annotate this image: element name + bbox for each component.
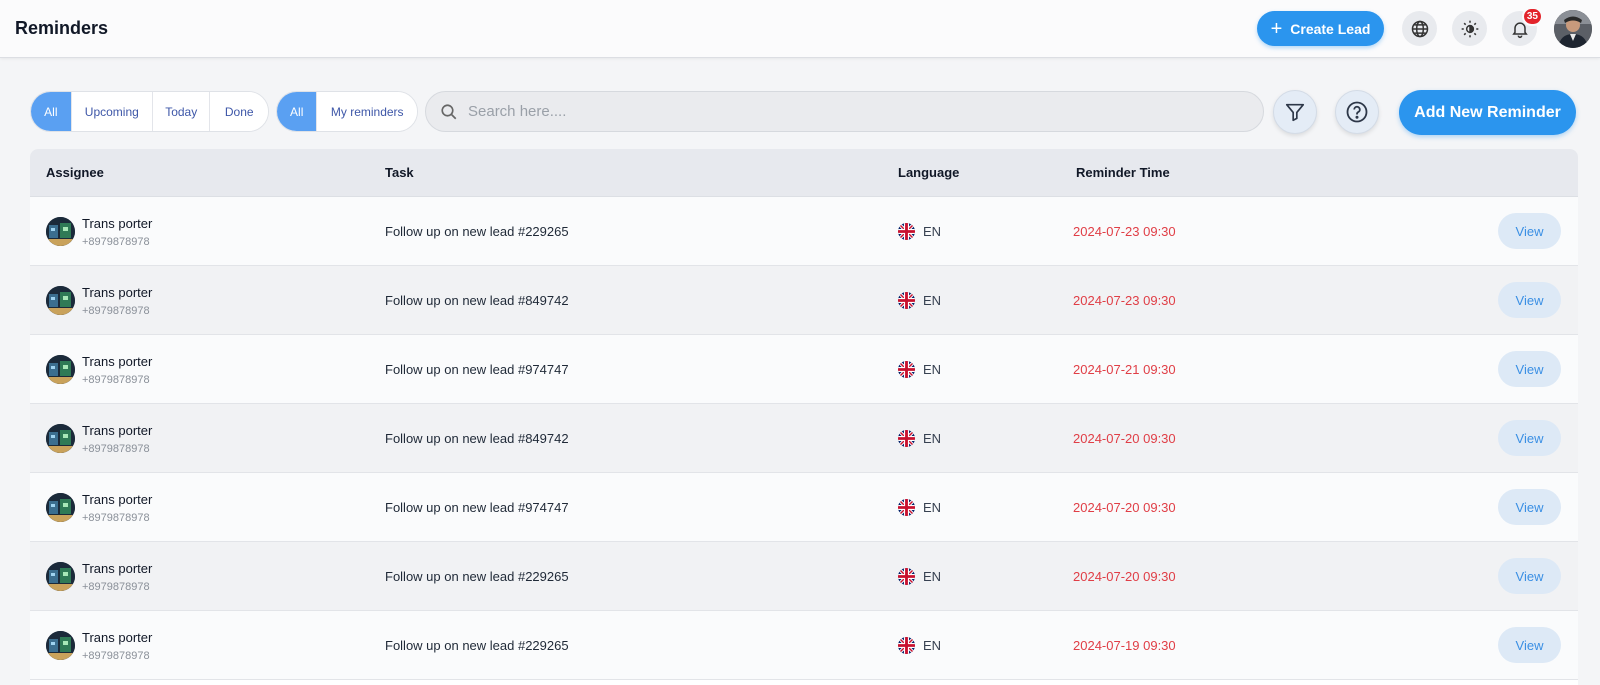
user-photo [1554,10,1592,48]
table-row: Trans porter +8979878978 Follow up on ne… [30,611,1578,680]
uk-flag-icon [898,223,915,240]
column-assignee: Assignee [46,165,104,180]
language-code: EN [923,362,942,377]
table-row: Trans porter +8979878978 Follow up on ne… [30,473,1578,542]
reminder-time: 2024-07-20 09:30 [1073,569,1176,584]
assignee-avatar [46,562,75,591]
help-button[interactable] [1335,90,1379,134]
assignee-avatar [46,493,75,522]
filter-icon [1285,103,1305,122]
language-code: EN [923,293,942,308]
table-row: Trans porter +8979878978 Follow up on ne… [30,335,1578,404]
reminder-time: 2024-07-20 09:30 [1073,500,1176,515]
reminders-table: Assignee Task Language Reminder Time Tra… [30,149,1578,685]
assignee-avatar [46,424,75,453]
assignee-phone: +8979878978 [82,305,150,317]
assignee-name: Trans porter [82,285,153,300]
search-icon [441,103,457,119]
assignee-name: Trans porter [82,216,153,231]
notifications-button[interactable]: 35 [1502,7,1543,46]
assignee-name: Trans porter [82,561,153,576]
column-reminder-time: Reminder Time [1076,165,1170,180]
search-bar [425,91,1264,132]
assignee-phone: +8979878978 [82,581,150,593]
task-text: Follow up on new lead #974747 [385,362,569,377]
help-icon [1346,101,1368,123]
reminder-time: 2024-07-20 09:30 [1073,431,1176,446]
reminder-time: 2024-07-19 09:30 [1073,638,1176,653]
table-header: Assignee Task Language Reminder Time [30,149,1578,197]
assignee-phone: +8979878978 [82,374,150,386]
view-button[interactable]: View [1498,213,1561,249]
table-row: Trans porter +8979878978 Follow up on ne… [30,266,1578,335]
assignee-phone: +8979878978 [82,236,150,248]
assignee-name: Trans porter [82,492,153,507]
table-body: Trans porter +8979878978 Follow up on ne… [30,197,1578,680]
reminder-time: 2024-07-21 09:30 [1073,362,1176,377]
reminder-time: 2024-07-23 09:30 [1073,224,1176,239]
assignee-name: Trans porter [82,423,153,438]
globe-icon [1411,20,1428,37]
view-button[interactable]: View [1498,282,1561,318]
assignee-avatar [46,631,75,660]
view-button[interactable]: View [1498,420,1561,456]
reminder-time: 2024-07-23 09:30 [1073,293,1176,308]
task-text: Follow up on new lead #849742 [385,293,569,308]
search-input[interactable] [468,103,1228,120]
uk-flag-icon [898,361,915,378]
language-code: EN [923,569,942,584]
language-code: EN [923,431,942,446]
user-avatar[interactable] [1554,10,1592,48]
uk-flag-icon [898,292,915,309]
task-text: Follow up on new lead #974747 [385,500,569,515]
task-text: Follow up on new lead #229265 [385,224,569,239]
filter-button[interactable] [1273,90,1317,134]
uk-flag-icon [898,499,915,516]
column-language: Language [898,165,960,180]
column-task: Task [385,165,414,180]
notification-badge: 35 [1521,7,1543,26]
view-button[interactable]: View [1498,627,1561,663]
table-row: Trans porter +8979878978 Follow up on ne… [30,197,1578,266]
assignee-avatar [46,217,75,246]
assignee-name: Trans porter [82,354,153,369]
table-row: Trans porter +8979878978 Follow up on ne… [30,542,1578,611]
scope-filter-group: All My reminders [276,91,418,132]
add-new-reminder-button[interactable]: Add New Reminder [1399,90,1576,135]
view-button[interactable]: View [1498,489,1561,525]
theme-toggle-button[interactable] [1452,11,1487,46]
language-code: EN [923,500,942,515]
assignee-avatar [46,286,75,315]
filter-upcoming[interactable]: Upcoming [71,92,153,131]
plus-icon: + [1270,17,1283,40]
uk-flag-icon [898,637,915,654]
filter-all[interactable]: All [31,92,72,131]
scope-my-reminders[interactable]: My reminders [317,92,417,131]
assignee-phone: +8979878978 [82,443,150,455]
language-code: EN [923,638,942,653]
filter-done[interactable]: Done [210,92,268,131]
table-row: Trans porter +8979878978 Follow up on ne… [30,404,1578,473]
create-lead-label: Create Lead [1290,20,1371,37]
top-bar: Reminders + Create Lead 35 [0,0,1600,58]
task-text: Follow up on new lead #229265 [385,569,569,584]
language-code: EN [923,224,942,239]
task-text: Follow up on new lead #229265 [385,638,569,653]
assignee-phone: +8979878978 [82,650,150,662]
assignee-name: Trans porter [82,630,153,645]
filter-today[interactable]: Today [152,92,211,131]
view-button[interactable]: View [1498,351,1561,387]
status-filter-group: All Upcoming Today Done [30,91,269,132]
language-button[interactable] [1402,11,1437,46]
uk-flag-icon [898,430,915,447]
brightness-icon [1461,20,1478,37]
task-text: Follow up on new lead #849742 [385,431,569,446]
assignee-phone: +8979878978 [82,512,150,524]
assignee-avatar [46,355,75,384]
uk-flag-icon [898,568,915,585]
create-lead-button[interactable]: + Create Lead [1257,11,1384,46]
page-title: Reminders [15,18,109,38]
scope-all[interactable]: All [277,92,318,131]
view-button[interactable]: View [1498,558,1561,594]
